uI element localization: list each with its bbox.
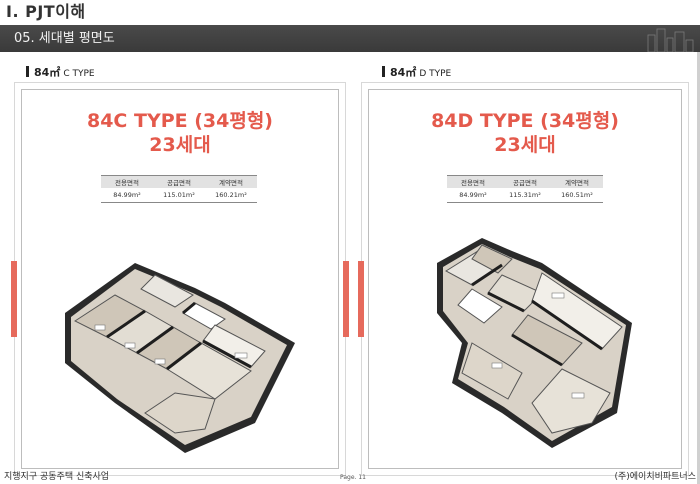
floorplan-3d-image [65,263,295,453]
header-contract-area: 계약면적 [205,175,257,188]
header-supply-area: 공급면적 [153,175,205,188]
page-title: Ⅰ. PJT이해 [6,2,86,21]
footer-project-name: 지행지구 공동주택 신축사업 [4,472,110,482]
section-header-bar: 05. 세대별 평면도 [0,25,700,52]
accent-bar-left [358,261,364,337]
plan-household-count: 23세대 [149,134,211,156]
area-spec-table: 전용면적 공급면적 계약면적 84.99m² 115.31m² 160.51m² [447,175,603,203]
header-exclusive-area: 전용면적 [447,175,499,188]
value-exclusive-area: 84.99m² [101,188,153,203]
footer-page-number: Page. 11 [340,474,366,481]
header-contract-area: 계약면적 [551,175,603,188]
type-label-c: 84㎡ C TYPE [26,66,95,80]
footer-company-name: (주)에이치비파트너스 [614,472,696,482]
plan-type-title: 84C TYPE (34평형) [86,110,273,132]
value-supply-area: 115.31m² [499,188,551,203]
area-spec-table: 전용면적 공급면적 계약면적 84.99m² 115.01m² 160.21m² [101,175,257,203]
accent-bar-right [343,261,349,337]
type-label-marker [26,66,29,77]
floorplan-panel-d: 84D TYPE (34평형) 23세대 전용면적 공급면적 계약면적 84.9… [358,82,689,476]
area-label: 84㎡ [390,66,417,79]
type-code: D TYPE [419,69,452,79]
value-contract-area: 160.21m² [205,188,257,203]
area-label: 84㎡ [34,66,61,79]
header-exclusive-area: 전용면적 [101,175,153,188]
accent-bar-left [11,261,17,337]
plan-type-title: 84D TYPE (34평형) [431,110,619,132]
value-supply-area: 115.01m² [153,188,205,203]
value-exclusive-area: 84.99m² [447,188,499,203]
type-label-marker [382,66,385,77]
plan-household-count: 23세대 [494,134,556,156]
floorplan-3d-image [437,238,632,448]
floorplan-panel-c: 84C TYPE (34평형) 23세대 전용면적 공급면적 계약면적 84.9… [11,82,349,476]
type-label-d: 84㎡ D TYPE [382,66,451,80]
skyline-decoration [647,28,694,52]
type-code: C TYPE [63,69,95,79]
section-title: 05. 세대별 평면도 [14,31,115,46]
header-supply-area: 공급면적 [499,175,551,188]
value-contract-area: 160.51m² [551,188,603,203]
